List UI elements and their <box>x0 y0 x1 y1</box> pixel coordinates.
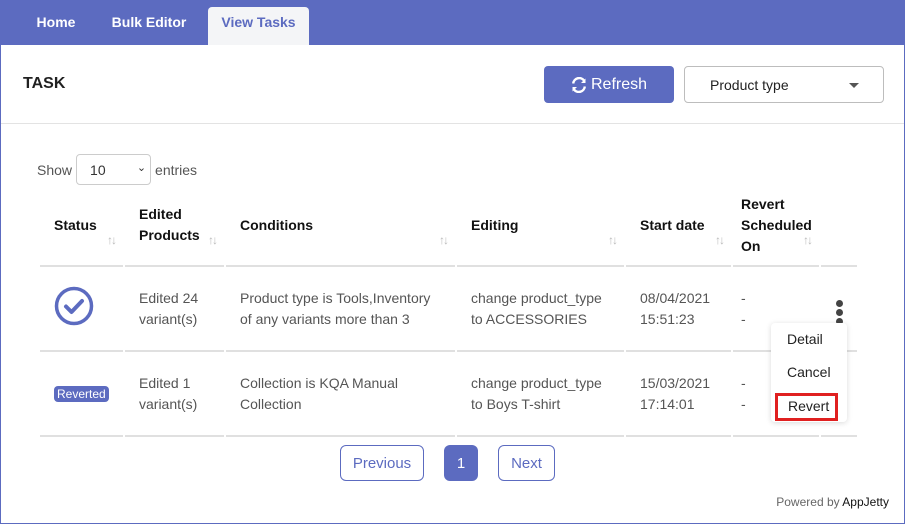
sort-icon: ↑↓ <box>608 233 618 247</box>
powered-by: Powered by AppJetty <box>776 495 889 509</box>
entries-select[interactable]: 10 ⌄ <box>76 154 152 185</box>
caret-down-icon <box>849 83 859 88</box>
edited-products-cell: Edited 1 variant(s) <box>125 352 224 437</box>
tab-home[interactable]: Home <box>20 7 92 45</box>
page-1-button[interactable]: 1 <box>444 445 478 481</box>
start-date-cell: 15/03/2021 17:14:01 <box>626 352 731 437</box>
brand-name: AppJetty <box>842 495 889 509</box>
sort-icon: ↑↓ <box>803 233 813 247</box>
next-page-button[interactable]: Next <box>498 445 555 481</box>
column-header-revert-scheduled[interactable]: Revert Scheduled On ↑↓ <box>733 185 819 267</box>
tab-bulk-editor[interactable]: Bulk Editor <box>103 7 195 45</box>
menu-item-cancel[interactable]: Cancel <box>787 364 831 380</box>
editing-cell: change product_type to Boys T-shirt <box>457 352 624 437</box>
task-header: TASK Refresh Product type <box>1 45 904 124</box>
column-header-edited-products[interactable]: Edited Products ↑↓ <box>125 185 224 267</box>
entries-value: 10 <box>90 162 106 178</box>
previous-page-button[interactable]: Previous <box>340 445 424 481</box>
refresh-button[interactable]: Refresh <box>544 66 674 103</box>
more-options-icon[interactable] <box>835 300 843 325</box>
entries-length-control: Show 10 ⌄ entries <box>37 154 197 185</box>
show-label: Show <box>37 161 73 178</box>
entries-label: entries <box>155 161 198 178</box>
sort-icon: ↑↓ <box>715 233 725 247</box>
sort-icon: ↑↓ <box>107 233 117 247</box>
sort-icon: ↑↓ <box>439 233 449 247</box>
chevron-down-icon: ⌄ <box>136 162 147 174</box>
start-date-cell: 08/04/2021 15:51:23 <box>626 267 731 352</box>
menu-item-revert[interactable]: Revert <box>775 393 838 421</box>
editing-cell: change product_type to ACCESSORIES <box>457 267 624 352</box>
column-header-editing[interactable]: Editing ↑↓ <box>457 185 624 267</box>
column-header-status[interactable]: Status ↑↓ <box>40 185 123 267</box>
column-header-conditions[interactable]: Conditions ↑↓ <box>226 185 455 267</box>
check-circle-icon <box>54 286 94 325</box>
page-title: TASK <box>23 75 66 92</box>
refresh-icon <box>571 76 586 93</box>
product-type-value: Product type <box>710 77 789 93</box>
row-actions-menu: Detail Cancel Revert <box>771 323 847 422</box>
table-row: Reverted Edited 1 variant(s) Collection … <box>40 352 857 437</box>
status-badge: Reverted <box>54 385 109 402</box>
top-navigation: Home Bulk Editor View Tasks <box>0 0 905 45</box>
sort-icon: ↑↓ <box>208 233 218 247</box>
conditions-cell: Product type is Tools,Inventory of any v… <box>226 267 455 352</box>
tab-view-tasks[interactable]: View Tasks <box>208 7 309 45</box>
edited-products-cell: Edited 24 variant(s) <box>125 267 224 352</box>
menu-item-detail[interactable]: Detail <box>787 331 823 347</box>
column-header-actions <box>821 185 857 267</box>
table-row: Edited 24 variant(s) Product type is Too… <box>40 267 857 352</box>
product-type-select[interactable]: Product type <box>684 66 884 103</box>
tasks-table: Status ↑↓ Edited Products ↑↓ Conditions ↑↓ … <box>38 185 859 437</box>
refresh-label: Refresh <box>590 75 648 93</box>
column-header-start-date[interactable]: Start date ↑↓ <box>626 185 731 267</box>
conditions-cell: Collection is KQA Manual Collection <box>226 352 455 437</box>
